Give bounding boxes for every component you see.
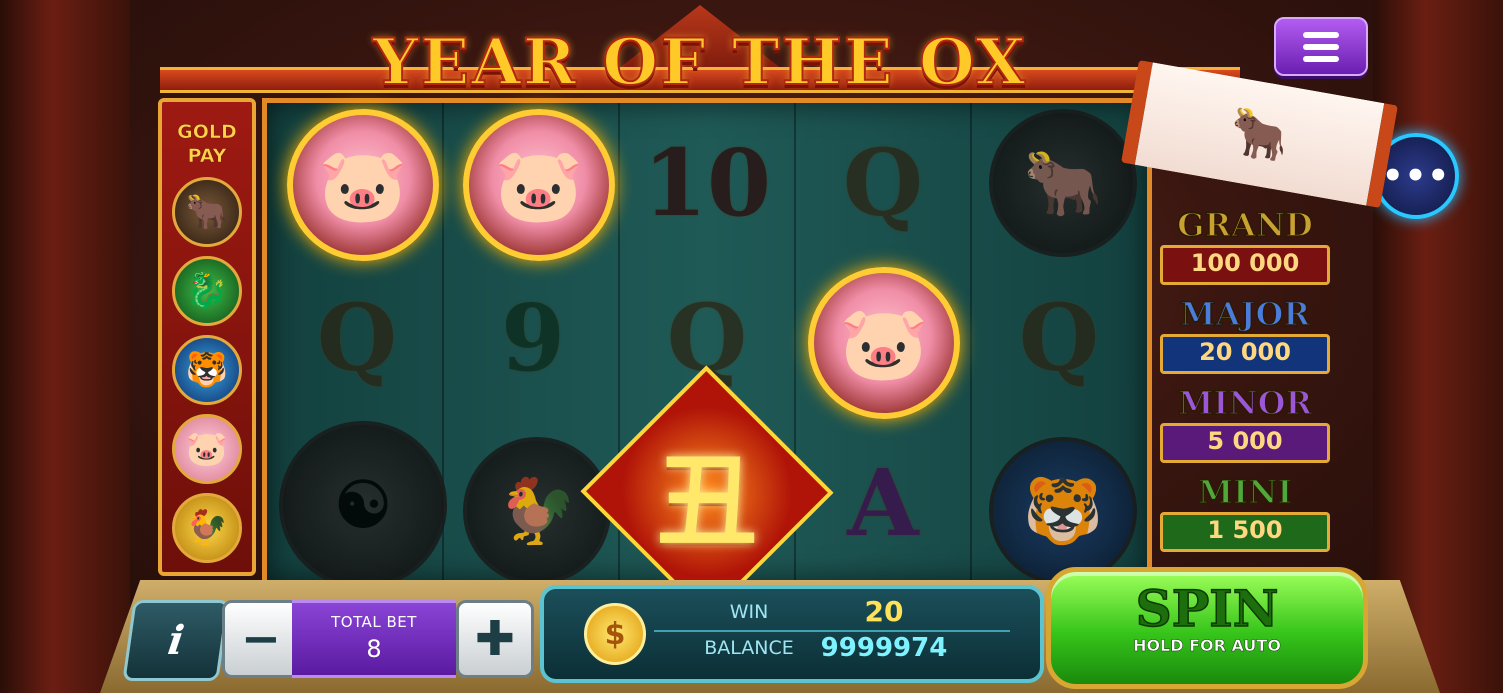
tiger-icon: 🐯: [172, 335, 242, 405]
pig-symbol: 🐷: [287, 109, 439, 261]
coin-icon: $: [584, 603, 646, 665]
spin-sub-label: HOLD FOR AUTO: [1133, 636, 1281, 656]
pig-icon: 🐷: [172, 414, 242, 484]
menu-button[interactable]: [1274, 17, 1368, 76]
ten-symbol: 10: [642, 129, 772, 237]
pig-symbol: 🐷: [808, 267, 960, 419]
jackpot-name: MINI: [1197, 472, 1293, 512]
jackpot-name: GRAND: [1176, 205, 1313, 245]
win-label: WIN: [729, 601, 769, 623]
balance-label: BALANCE: [704, 637, 794, 659]
nine-symbol: 9: [500, 284, 565, 392]
jackpot-value: 20 000: [1160, 334, 1330, 374]
ox-scroll-decoration: 🐂: [1120, 59, 1399, 209]
total-bet-label: TOTAL BET: [331, 613, 417, 631]
queen-symbol: Q: [1018, 284, 1100, 392]
info-button[interactable]: i: [122, 600, 230, 681]
ox-icon: 🐂: [172, 177, 242, 247]
win-value: 20: [864, 595, 904, 628]
dragon-icon: 🐉: [172, 256, 242, 326]
reel-divider: [970, 103, 972, 581]
gold-pay-panel: GOLD PAY 🐂 🐉 🐯 🐷 🐓: [158, 98, 256, 576]
reel-grid: 🐷 🐷 10 Q 🐂 Q 9 Q 🐷 Q ☯ 🐓 丑 A 🐯: [262, 98, 1152, 619]
increase-bet-button[interactable]: ✚: [456, 600, 534, 678]
yin-yang-symbol: ☯: [279, 421, 447, 589]
tiger-symbol: 🐯: [989, 437, 1137, 585]
rooster-symbol: 🐓: [463, 437, 611, 585]
jackpot-grand: GRAND 100 000: [1160, 205, 1330, 285]
total-bet-value: 8: [366, 635, 382, 663]
pig-symbol: 🐷: [463, 109, 615, 261]
rooster-icon: 🐓: [172, 493, 242, 563]
game-title: YEAR OF THE OX: [372, 24, 1028, 101]
balance-value: 9999974: [820, 633, 948, 663]
jackpot-value: 5 000: [1160, 423, 1330, 463]
jackpot-value: 1 500: [1160, 512, 1330, 552]
jackpot-mini: MINI 1 500: [1160, 472, 1330, 552]
queen-symbol: Q: [842, 129, 924, 237]
jackpot-value: 100 000: [1160, 245, 1330, 285]
jackpot-name: MAJOR: [1179, 294, 1310, 334]
wild-glyph: 丑: [657, 441, 757, 560]
wild-symbol: 丑: [580, 365, 834, 619]
hamburger-icon-line: [1303, 55, 1339, 62]
spin-label: SPIN: [1135, 579, 1279, 638]
gold-pay-title: GOLD PAY: [162, 120, 252, 168]
decrease-bet-button[interactable]: −: [222, 600, 300, 678]
gold-pay-title-line2: PAY: [187, 145, 227, 168]
jackpot-minor: MINOR 5 000: [1160, 383, 1330, 463]
jackpot-major: MAJOR 20 000: [1160, 294, 1330, 374]
ox-symbol: 🐂: [989, 109, 1137, 257]
divider-line: [654, 630, 1010, 632]
spin-button[interactable]: SPIN HOLD FOR AUTO: [1046, 567, 1368, 689]
win-balance-panel: $ WIN 20 BALANCE 9999974: [540, 585, 1044, 683]
hamburger-icon-line: [1303, 31, 1339, 38]
jackpot-panel: GRAND 100 000 MAJOR 20 000 MINOR 5 000 M…: [1160, 205, 1330, 561]
gold-pay-title-line1: GOLD: [177, 121, 237, 144]
ace-symbol: A: [847, 449, 919, 557]
title-banner: YEAR OF THE OX: [160, 5, 1240, 101]
queen-symbol: Q: [316, 284, 398, 392]
hamburger-icon-line: [1303, 43, 1339, 50]
background-pillar-left: [0, 0, 130, 693]
total-bet-display: TOTAL BET 8: [292, 600, 456, 678]
jackpot-name: MINOR: [1177, 383, 1313, 423]
